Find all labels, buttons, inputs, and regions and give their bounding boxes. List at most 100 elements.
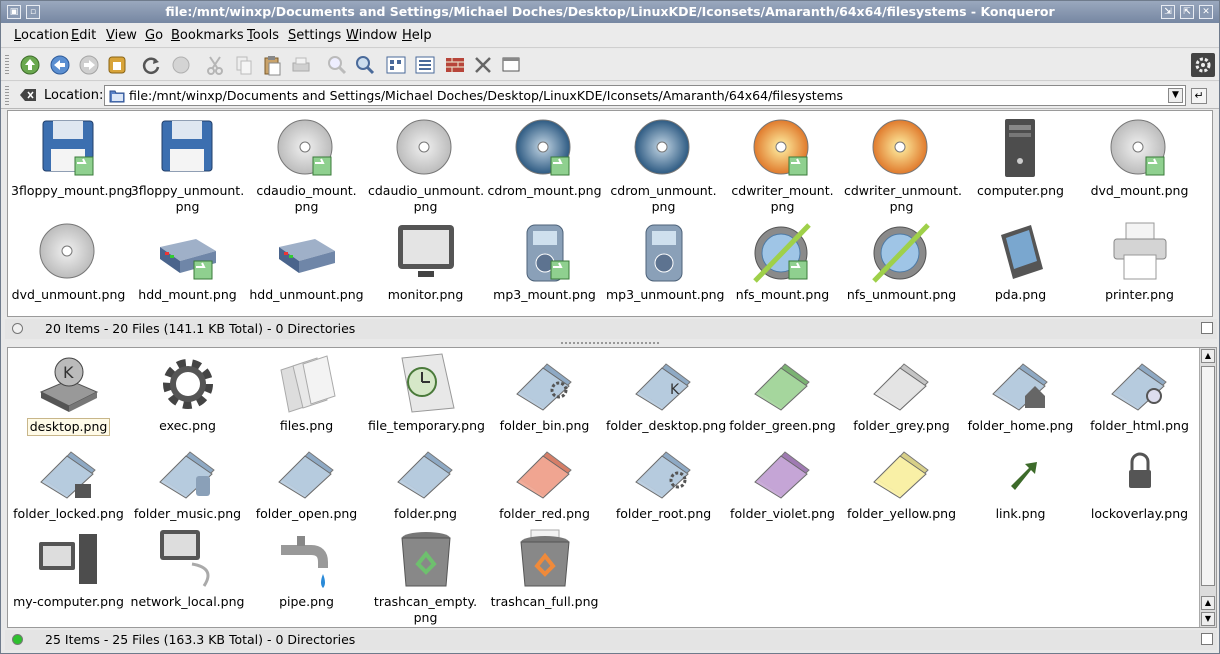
home-icon[interactable] [105, 53, 129, 77]
file-item[interactable]: folder_root.png [604, 440, 723, 522]
folder-html-icon-shape [1110, 363, 1167, 411]
file-item[interactable]: link.png [961, 440, 1080, 522]
file-item[interactable]: dvd_mount.png [1080, 117, 1199, 199]
file-item[interactable]: printer.png [1080, 221, 1199, 303]
window-icon[interactable] [499, 53, 523, 77]
file-item[interactable]: folder_bin.png [485, 352, 604, 434]
cut-icon[interactable] [203, 53, 227, 77]
file-item[interactable]: folder.png [366, 440, 485, 522]
icon-view-icon[interactable] [384, 53, 408, 77]
menu-help[interactable]: Help [402, 28, 432, 43]
menu-view[interactable]: View [106, 28, 137, 43]
file-item[interactable]: 3floppy_unmount. png [128, 117, 247, 215]
scrollbar-thumb[interactable] [1201, 366, 1215, 586]
file-item[interactable]: folder_music.png [128, 440, 247, 522]
file-item[interactable]: folder_html.png [1080, 352, 1199, 434]
locbar-grip[interactable] [5, 86, 9, 105]
maximize-icon[interactable]: ⇱ [1180, 5, 1194, 19]
link-view-checkbox[interactable] [1201, 322, 1213, 334]
cdrom-icon [632, 117, 696, 181]
paste-icon[interactable] [260, 53, 284, 77]
file-item[interactable]: trashcan_full.png [485, 528, 604, 610]
file-item[interactable]: folder_yellow.png [842, 440, 961, 522]
file-item[interactable]: folder_open.png [247, 440, 366, 522]
file-item[interactable]: network_local.png [128, 528, 247, 610]
file-item[interactable]: folder_locked.png [9, 440, 128, 522]
file-item[interactable]: cdwriter_mount. png [723, 117, 842, 215]
file-item[interactable]: file_temporary.png [366, 352, 485, 434]
file-item[interactable]: my-computer.png [9, 528, 128, 610]
minimize-icon[interactable]: ⇲ [1161, 5, 1175, 19]
menu-tools[interactable]: Tools [247, 28, 279, 43]
active-indicator-icon [12, 634, 23, 645]
menu-go[interactable]: Go [145, 28, 163, 43]
detail-view-icon[interactable] [413, 53, 437, 77]
location-input[interactable]: file:/mnt/winxp/Documents and Settings/M… [104, 85, 1186, 106]
file-item[interactable]: folder_grey.png [842, 352, 961, 434]
menu-location[interactable]: Location [14, 28, 69, 43]
file-item[interactable]: folder_violet.png [723, 440, 842, 522]
top-file-pane[interactable]: 3floppy_mount.png 3floppy_unmount. png cdau… [7, 110, 1213, 317]
kde-gear-icon[interactable] [1191, 53, 1215, 77]
file-item[interactable]: exec.png [128, 352, 247, 434]
file-item[interactable]: Kdesktop.png [9, 352, 128, 436]
file-item[interactable]: nfs_unmount.png [842, 221, 961, 303]
title-bar[interactable]: ▣ ▫ file:/mnt/winxp/Documents and Settin… [1, 1, 1219, 23]
tools-icon[interactable] [471, 53, 495, 77]
menu-settings[interactable]: Settings [288, 28, 341, 43]
security-icon[interactable] [443, 53, 467, 77]
file-item[interactable]: computer.png [961, 117, 1080, 199]
file-item[interactable]: pda.png [961, 221, 1080, 303]
close-icon[interactable]: ✕ [1199, 5, 1213, 19]
file-item[interactable]: pipe.png [247, 528, 366, 610]
back-icon[interactable] [48, 53, 72, 77]
file-item[interactable]: folder_home.png [961, 352, 1080, 434]
file-item[interactable]: nfs_mount.png [723, 221, 842, 303]
scroll-up-icon[interactable]: ▲ [1201, 349, 1215, 363]
stop-icon[interactable] [169, 53, 193, 77]
vertical-scrollbar[interactable]: ▲ ▲ ▼ [1199, 348, 1216, 627]
file-item[interactable]: files.png [247, 352, 366, 434]
bottom-file-pane[interactable]: ▲ ▲ ▼ Kdesktop.png exec.png files.png file_… [7, 347, 1217, 628]
file-item[interactable]: cdrom_unmount. png [604, 117, 723, 215]
dvd-icon-shape [61, 245, 72, 257]
file-item[interactable]: cdrom_mount.png [485, 117, 604, 199]
file-item[interactable]: folder_red.png [485, 440, 604, 522]
file-name: cdaudio_mount. [256, 183, 357, 198]
file-item[interactable]: cdaudio_unmount. png [366, 117, 485, 215]
file-item[interactable]: trashcan_empty. png [366, 528, 485, 626]
scroll-down-icon[interactable]: ▼ [1201, 612, 1215, 626]
menu-window[interactable]: Window [346, 28, 397, 43]
splitter-handle[interactable] [1, 340, 1219, 346]
dropdown-arrow-icon[interactable]: ▼ [1168, 88, 1183, 103]
menu-bookmarks[interactable]: Bookmarks [171, 28, 244, 43]
go-icon[interactable]: ↵ [1191, 88, 1207, 104]
file-item[interactable]: 3floppy_mount.png [9, 117, 132, 199]
file-item[interactable]: mp3_unmount.png [604, 221, 725, 303]
file-item[interactable]: cdwriter_unmount. png [842, 117, 962, 215]
zoom-in-icon[interactable] [325, 53, 349, 77]
hdd-icon-shape [278, 239, 335, 273]
file-item[interactable]: Kfolder_desktop.png [604, 352, 726, 434]
file-item[interactable]: hdd_mount.png [128, 221, 247, 303]
clear-location-icon[interactable] [19, 87, 37, 103]
up-icon[interactable] [18, 53, 42, 77]
file-item[interactable]: lockoverlay.png [1080, 440, 1199, 522]
file-item[interactable]: hdd_unmount.png [247, 221, 366, 303]
file-item[interactable]: dvd_unmount.png [9, 221, 128, 303]
forward-icon[interactable] [77, 53, 101, 77]
pipe-icon-shape [280, 545, 328, 568]
file-item[interactable]: folder_green.png [723, 352, 842, 434]
reload-icon[interactable] [139, 53, 163, 77]
monitor-icon-shape [397, 225, 454, 277]
zoom-out-icon[interactable] [353, 53, 377, 77]
file-item[interactable]: mp3_mount.png [485, 221, 604, 303]
print-icon[interactable] [289, 53, 313, 77]
menu-edit[interactable]: Edit [71, 28, 96, 43]
file-item[interactable]: cdaudio_mount. png [247, 117, 366, 215]
file-item[interactable]: monitor.png [366, 221, 485, 303]
scroll-up-icon[interactable]: ▲ [1201, 596, 1215, 610]
copy-icon[interactable] [232, 53, 256, 77]
toolbar-grip[interactable] [5, 55, 9, 75]
link-view-checkbox[interactable] [1201, 633, 1213, 645]
